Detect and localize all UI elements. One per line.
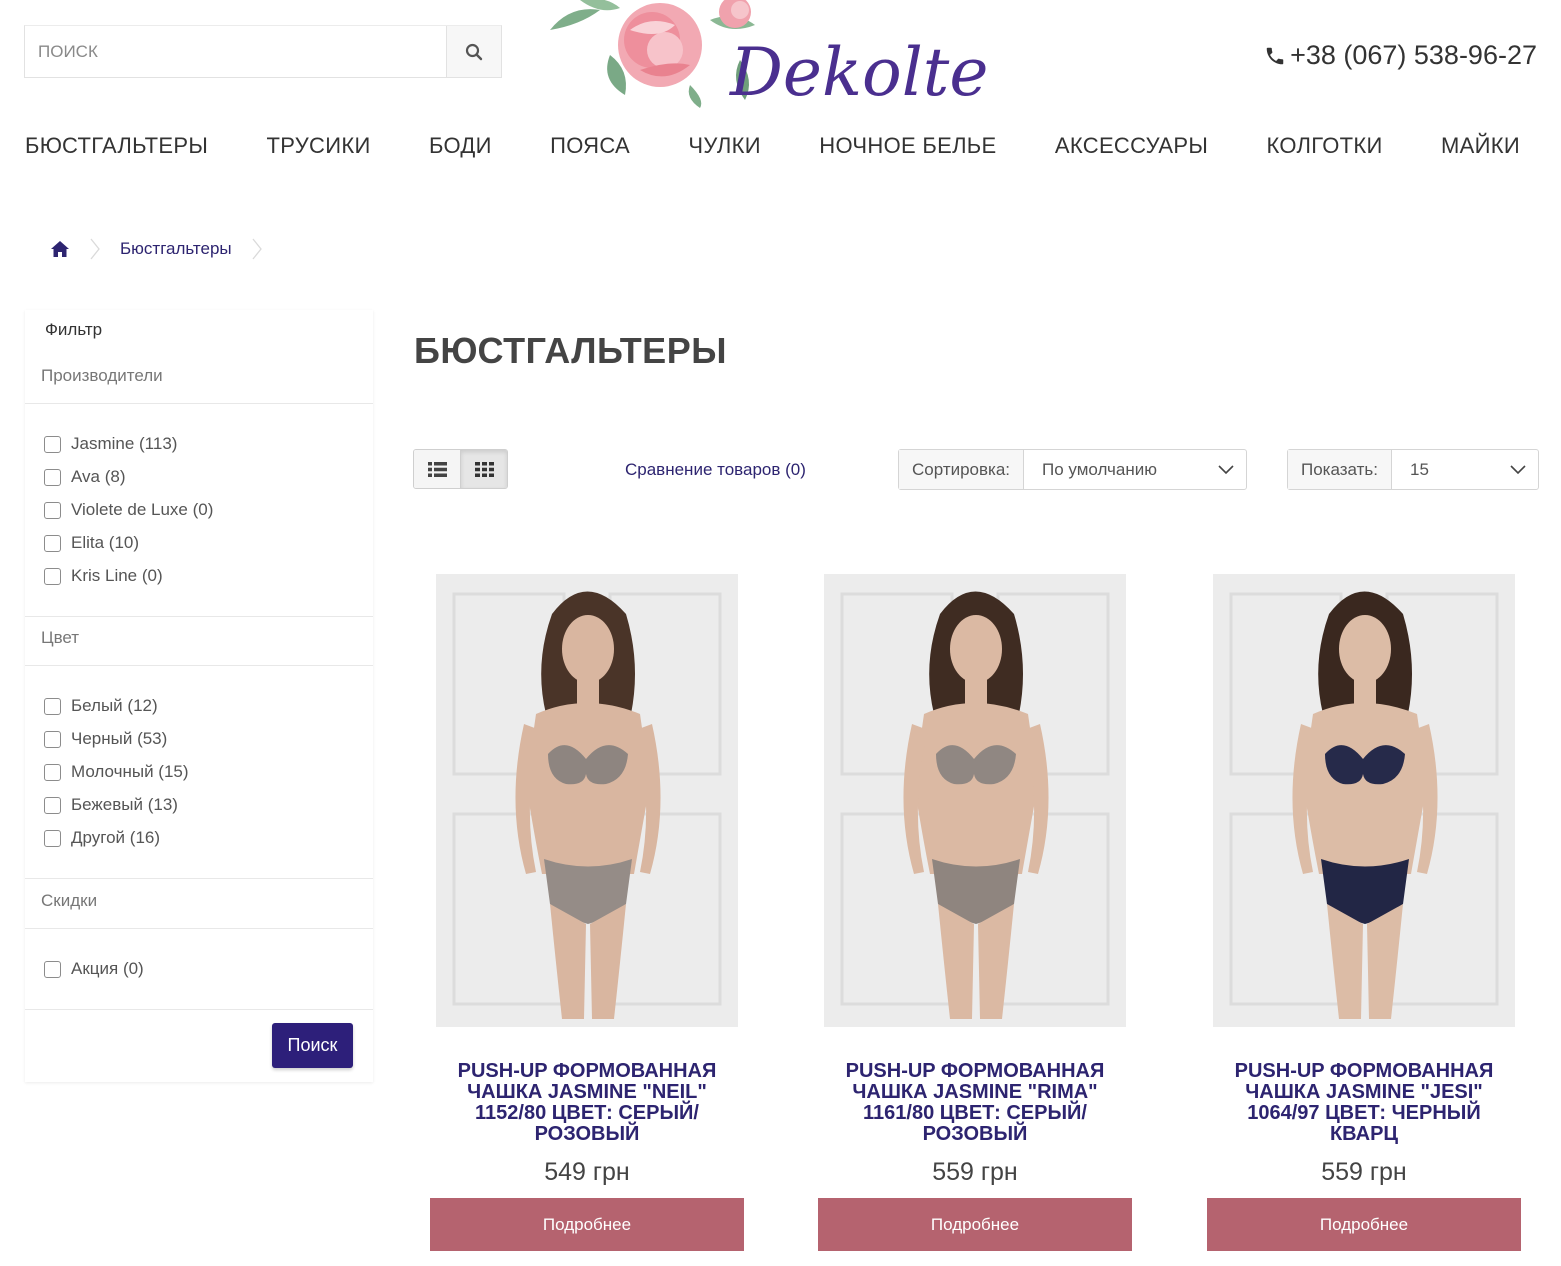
- filter-option-milky[interactable]: Молочный (15): [44, 762, 189, 782]
- filter-group-discounts: Скидки: [25, 891, 373, 929]
- filter-search-button[interactable]: Поиск: [272, 1023, 353, 1068]
- checkbox[interactable]: [44, 567, 61, 585]
- list-view-button[interactable]: [414, 450, 460, 488]
- filter-group-manufacturers: Производители: [25, 366, 373, 404]
- breadcrumb-current[interactable]: Бюстгальтеры: [120, 239, 232, 259]
- grid-icon: [474, 461, 494, 477]
- phone[interactable]: +38 (067) 538-96-27: [1264, 40, 1537, 71]
- checkbox[interactable]: [44, 796, 61, 814]
- search-box: [24, 25, 502, 78]
- details-button[interactable]: Подробнее: [818, 1198, 1132, 1251]
- filter-option-sale[interactable]: Акция (0): [44, 959, 144, 979]
- search-button[interactable]: [446, 26, 501, 77]
- chevron-down-icon: [1218, 464, 1234, 474]
- limit-label: Показать:: [1288, 450, 1392, 489]
- details-button[interactable]: Подробнее: [1207, 1198, 1521, 1251]
- logo-text: Dekolte: [729, 34, 988, 110]
- filter-option-elita[interactable]: Elita (10): [44, 533, 139, 553]
- filter-option-beige[interactable]: Бежевый (13): [44, 795, 178, 815]
- divider: [25, 1009, 373, 1010]
- filter-option-violete[interactable]: Violete de Luxe (0): [44, 500, 213, 520]
- details-button[interactable]: Подробнее: [430, 1198, 744, 1251]
- sort-dropdown[interactable]: По умолчанию: [1024, 450, 1246, 489]
- chevron-right-icon: [252, 238, 262, 260]
- breadcrumb: Бюстгальтеры: [50, 238, 282, 260]
- main-nav: БЮСТГАЛЬТЕРЫ ТРУСИКИ БОДИ ПОЯСА ЧУЛКИ НО…: [25, 133, 1520, 159]
- chevron-right-icon: [90, 238, 100, 260]
- home-icon[interactable]: [50, 240, 70, 258]
- checkbox[interactable]: [44, 435, 61, 453]
- product-price: 549 грн: [544, 1158, 630, 1186]
- product-name[interactable]: PUSH-UP ФОРМОВАННАЯ ЧАШКА JASMINE "RIMA" 1…: [818, 1061, 1132, 1145]
- grid-view-button[interactable]: [460, 450, 507, 488]
- limit-select: Показать: 15: [1287, 449, 1539, 490]
- model-photo: [436, 574, 738, 1027]
- nav-item-nightwear[interactable]: НОЧНОЕ БЕЛЬЕ: [819, 133, 996, 159]
- checkbox[interactable]: [44, 763, 61, 781]
- nav-item-tops[interactable]: МАЙКИ: [1441, 133, 1520, 159]
- model-photo: [824, 574, 1126, 1027]
- nav-item-bodies[interactable]: БОДИ: [429, 133, 492, 159]
- phone-icon: [1266, 47, 1284, 64]
- product-image[interactable]: [1213, 574, 1515, 1027]
- logo[interactable]: Dekolte: [540, 0, 990, 111]
- sort-label: Сортировка:: [899, 450, 1025, 489]
- divider: [25, 878, 373, 879]
- filter-title: Фильтр: [45, 320, 103, 339]
- filter-option-black[interactable]: Черный (53): [44, 729, 167, 749]
- product-image[interactable]: [824, 574, 1126, 1027]
- checkbox[interactable]: [44, 960, 61, 978]
- checkbox[interactable]: [44, 697, 61, 715]
- search-input[interactable]: [25, 26, 446, 77]
- limit-value: 15: [1410, 459, 1429, 479]
- nav-item-stockings[interactable]: ЧУЛКИ: [688, 133, 760, 159]
- filter-option-white[interactable]: Белый (12): [44, 696, 158, 716]
- checkbox[interactable]: [44, 468, 61, 486]
- nav-item-accessories[interactable]: АКСЕССУАРЫ: [1055, 133, 1208, 159]
- model-photo: [1213, 574, 1515, 1027]
- filter-panel: Фильтр Производители Jasmine (113) Ava (…: [25, 310, 373, 1082]
- sort-select: Сортировка: По умолчанию: [898, 449, 1247, 490]
- nav-item-panties[interactable]: ТРУСИКИ: [267, 133, 371, 159]
- search-icon: [465, 43, 483, 60]
- list-icon: [427, 461, 447, 477]
- logo-flowers-image: Dekolte: [550, 0, 988, 111]
- checkbox[interactable]: [44, 501, 61, 519]
- product-price: 559 грн: [1321, 1158, 1407, 1186]
- product-price: 559 грн: [932, 1158, 1018, 1186]
- checkbox[interactable]: [44, 730, 61, 748]
- filter-option-ava[interactable]: Ava (8): [44, 467, 126, 487]
- phone-number: +38 (067) 538-96-27: [1290, 40, 1537, 70]
- compare-products-link[interactable]: Сравнение товаров (0): [625, 460, 806, 480]
- filter-option-kris-line[interactable]: Kris Line (0): [44, 566, 163, 586]
- limit-dropdown[interactable]: 15: [1392, 450, 1538, 489]
- product-name[interactable]: PUSH-UP ФОРМОВАННАЯ ЧАШКА JASMINE "JESI" 1…: [1207, 1061, 1521, 1145]
- filter-group-color: Цвет: [25, 628, 373, 666]
- product-name[interactable]: PUSH-UP ФОРМОВАННАЯ ЧАШКА JASMINE "NEIL" 1…: [430, 1061, 744, 1145]
- filter-option-jasmine[interactable]: Jasmine (113): [44, 434, 177, 454]
- nav-item-belts[interactable]: ПОЯСА: [550, 133, 630, 159]
- page-title: БЮСТГАЛЬТЕРЫ: [414, 330, 727, 371]
- checkbox[interactable]: [44, 534, 61, 552]
- sort-value: По умолчанию: [1042, 459, 1157, 479]
- product-image[interactable]: [436, 574, 738, 1027]
- view-toggle: [413, 449, 508, 489]
- nav-item-bras[interactable]: БЮСТГАЛЬТЕРЫ: [25, 133, 208, 159]
- divider: [25, 616, 373, 617]
- chevron-down-icon: [1510, 464, 1526, 474]
- filter-option-other[interactable]: Другой (16): [44, 828, 160, 848]
- nav-item-tights[interactable]: КОЛГОТКИ: [1267, 133, 1383, 159]
- checkbox[interactable]: [44, 829, 61, 847]
